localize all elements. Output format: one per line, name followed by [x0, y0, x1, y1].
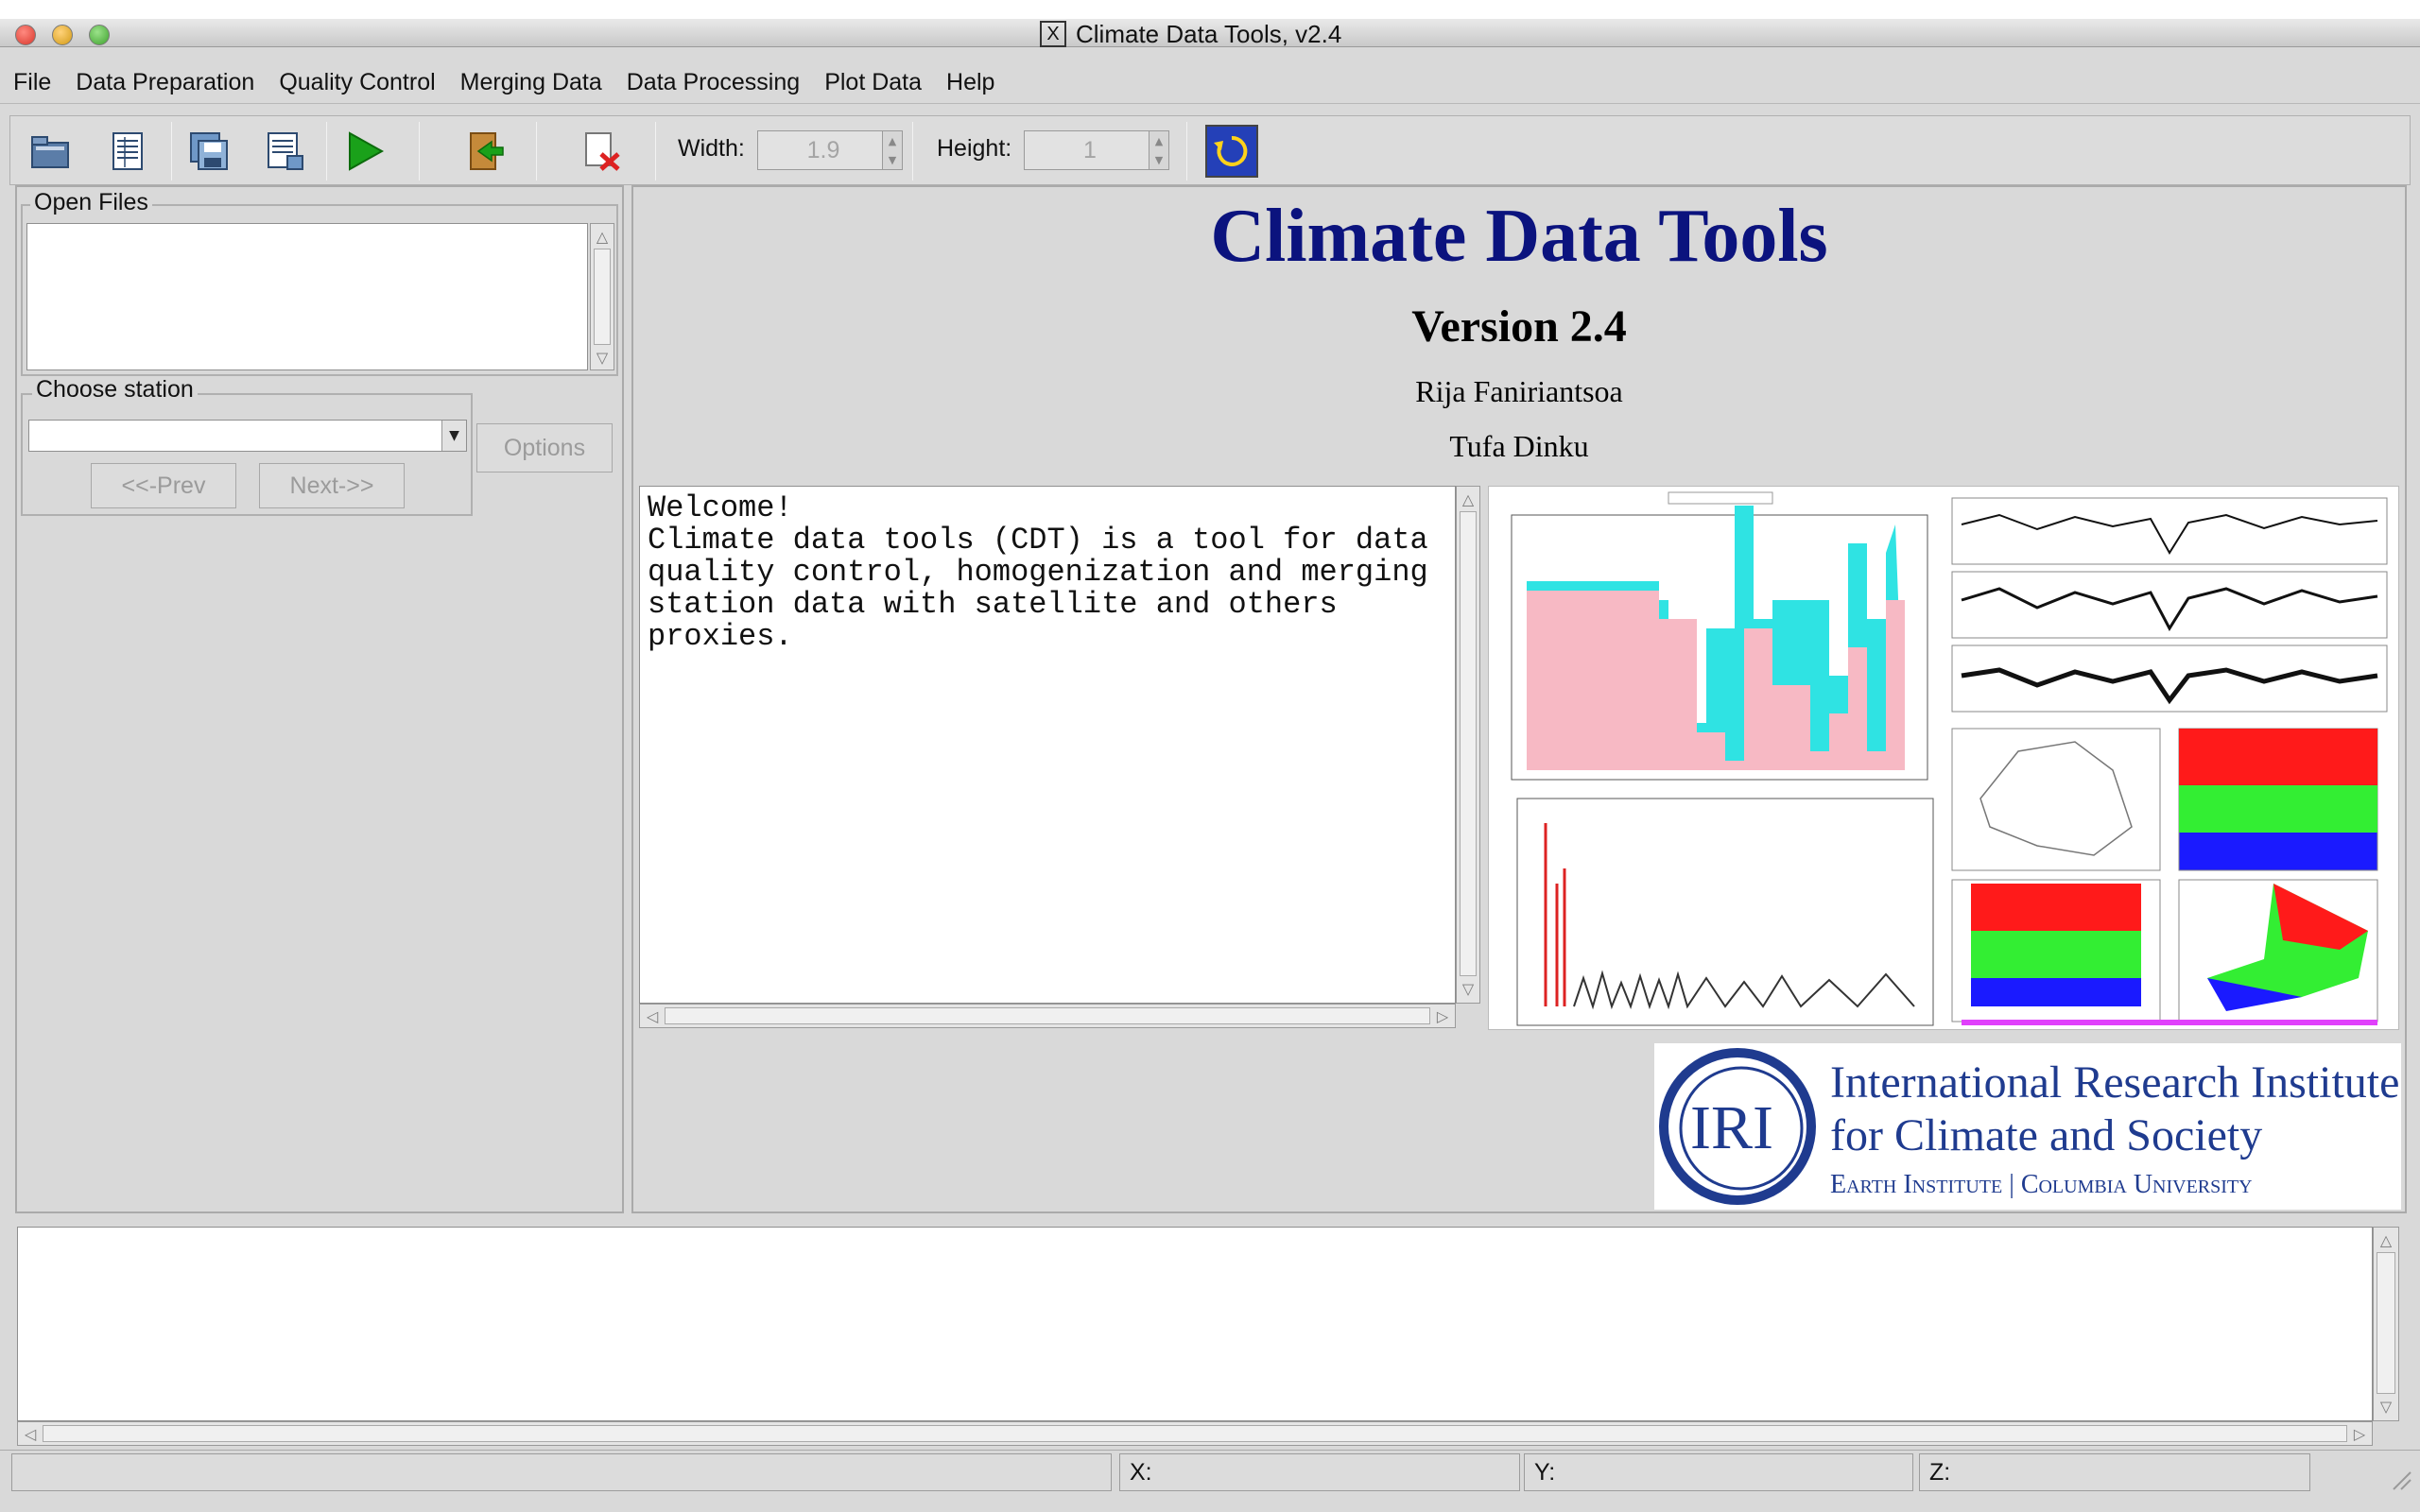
open-table-button[interactable] [101, 126, 154, 177]
iri-logo: IRI International Research Institute for… [1654, 1043, 2401, 1210]
width-spinner-arrows[interactable]: ▲ ▼ [882, 130, 903, 170]
open-table-icon [112, 132, 143, 170]
menu-merging-data[interactable]: Merging Data [460, 69, 602, 96]
spinner-up-icon[interactable]: ▲ [889, 136, 896, 146]
menu-data-processing[interactable]: Data Processing [627, 69, 800, 96]
height-spinner-arrows[interactable]: ▲ ▼ [1149, 130, 1169, 170]
choose-station-group [21, 393, 473, 516]
resize-grip-icon[interactable] [2388, 1467, 2412, 1491]
iri-logo-line3: Earth Institute | Columbia University [1830, 1170, 2253, 1199]
options-button[interactable]: Options [476, 423, 613, 472]
plot-collage-image [1511, 491, 2388, 1026]
scroll-up-icon[interactable]: △ [2374, 1228, 2398, 1252]
close-file-button[interactable] [576, 126, 629, 177]
run-button[interactable] [337, 126, 390, 177]
status-x-label: X: [1130, 1458, 1152, 1486]
scroll-up-icon[interactable]: △ [1457, 487, 1479, 511]
spinner-down-icon[interactable]: ▼ [889, 155, 896, 165]
width-spinner[interactable]: 1.9 [757, 130, 890, 170]
scroll-left-icon[interactable]: ◁ [18, 1422, 43, 1445]
toolbar-separator [171, 122, 172, 180]
close-file-icon [585, 132, 620, 171]
height-spinner[interactable]: 1 [1024, 130, 1156, 170]
chevron-down-icon[interactable]: ▼ [441, 421, 466, 451]
menu-data-preparation[interactable]: Data Preparation [76, 69, 254, 96]
iri-logo-mark-text: IRI [1690, 1093, 1773, 1162]
status-message [11, 1453, 1112, 1491]
scroll-thumb[interactable] [43, 1425, 2347, 1442]
toolbar-separator [536, 122, 537, 180]
window-title-text: Climate Data Tools, v2.4 [1076, 19, 1342, 48]
close-window-button[interactable] [15, 25, 36, 45]
height-label: Height: [937, 135, 1012, 162]
scroll-left-icon[interactable]: ◁ [640, 1005, 665, 1027]
menu-quality-control[interactable]: Quality Control [279, 69, 435, 96]
open-files-label: Open Files [30, 189, 152, 216]
menu-bar: File Data Preparation Quality Control Me… [0, 62, 2420, 104]
app-title: Climate Data Tools [1210, 195, 1828, 278]
log-horizontal-scrollbar[interactable]: ◁ ▷ [17, 1421, 2373, 1446]
toolbar: Width: 1.9 ▲ ▼ Height: 1 ▲ ▼ [9, 115, 2411, 185]
log-vertical-scrollbar[interactable]: △ ▽ [2373, 1227, 2399, 1421]
width-label: Width: [678, 135, 745, 162]
status-z: Z: [1919, 1453, 2310, 1491]
open-folder-icon [31, 136, 69, 168]
status-y: Y: [1524, 1453, 1913, 1491]
menu-plot-data[interactable]: Plot Data [824, 69, 922, 96]
iri-logo-line2: for Climate and Society [1830, 1110, 2263, 1160]
run-icon [349, 131, 385, 171]
exit-button[interactable] [458, 126, 511, 177]
plot-collage [1488, 486, 2399, 1030]
author-name: Tufa Dinku [1449, 429, 1589, 463]
status-x: X: [1119, 1453, 1520, 1491]
choose-station-label: Choose station [32, 376, 198, 404]
prev-station-button[interactable]: <<-Prev [91, 463, 236, 508]
title-bar: X Climate Data Tools, v2.4 [0, 19, 2420, 48]
scroll-thumb[interactable] [2377, 1252, 2395, 1394]
open-folder-button[interactable] [24, 126, 77, 177]
maximize-window-button[interactable] [89, 25, 110, 45]
scroll-down-icon[interactable]: ▽ [1457, 976, 1479, 1001]
window-title: X Climate Data Tools, v2.4 [1040, 19, 1342, 48]
toolbar-separator [419, 122, 420, 180]
save-table-button[interactable] [258, 126, 311, 177]
status-y-label: Y: [1534, 1458, 1556, 1486]
save-button[interactable] [182, 126, 235, 177]
scroll-thumb[interactable] [1460, 511, 1477, 976]
welcome-horizontal-scrollbar[interactable]: ◁ ▷ [639, 1004, 1456, 1028]
scroll-thumb[interactable] [665, 1007, 1430, 1024]
scroll-right-icon[interactable]: ▷ [2347, 1422, 2372, 1445]
save-icon [190, 132, 228, 170]
welcome-text[interactable]: Welcome! Climate data tools (CDT) is a t… [639, 486, 1456, 1004]
open-files-list[interactable] [26, 223, 588, 370]
status-z-label: Z: [1929, 1458, 1951, 1486]
refresh-icon [1214, 135, 1248, 166]
welcome-vertical-scrollbar[interactable]: △ ▽ [1456, 486, 1480, 1004]
scroll-up-icon[interactable]: △ [591, 224, 614, 249]
scroll-thumb[interactable] [594, 249, 611, 345]
toolbar-separator [1186, 122, 1187, 180]
x11-icon: X [1040, 21, 1066, 47]
next-station-button[interactable]: Next->> [259, 463, 405, 508]
menu-file[interactable]: File [13, 69, 51, 96]
toolbar-separator [912, 122, 913, 180]
exit-icon [470, 132, 504, 170]
toolbar-separator [655, 122, 656, 180]
scroll-down-icon[interactable]: ▽ [2374, 1394, 2398, 1418]
save-table-icon [268, 132, 303, 170]
scroll-down-icon[interactable]: ▽ [591, 345, 614, 369]
toolbar-separator [326, 122, 327, 180]
spinner-down-icon[interactable]: ▼ [1155, 155, 1163, 165]
spinner-up-icon[interactable]: ▲ [1155, 136, 1163, 146]
menu-help[interactable]: Help [946, 69, 994, 96]
iri-logo-line1: International Research Institute [1830, 1057, 2400, 1108]
station-select[interactable]: ▼ [28, 420, 467, 452]
log-area[interactable] [17, 1227, 2373, 1421]
scroll-right-icon[interactable]: ▷ [1430, 1005, 1455, 1027]
refresh-button[interactable] [1205, 125, 1258, 178]
open-files-scrollbar[interactable]: △ ▽ [590, 223, 614, 370]
minimize-window-button[interactable] [52, 25, 73, 45]
app-version: Version 2.4 [1411, 301, 1627, 352]
author-name: Rija Faniriantsoa [1415, 374, 1623, 408]
